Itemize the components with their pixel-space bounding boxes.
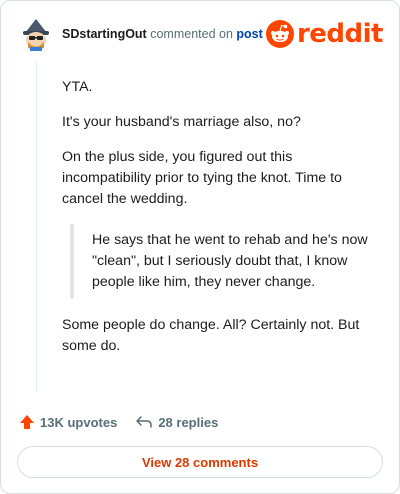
reddit-wordmark: reddit <box>296 19 384 49</box>
username-link[interactable]: SDstartingOut <box>62 27 147 41</box>
blockquote: He says that he went to rehab and he's n… <box>70 224 382 299</box>
upvote-count: 13K upvotes <box>40 414 118 430</box>
user-avatar[interactable] <box>19 17 53 51</box>
thread-line[interactable] <box>36 61 37 391</box>
comment-actions: 13K upvotes 28 replies <box>19 411 236 433</box>
commented-on-text: commented on <box>150 27 233 41</box>
comment-paragraph: On the plus side, you figured out this i… <box>62 149 342 207</box>
reply-arrow-icon <box>136 416 153 428</box>
post-link[interactable]: post <box>236 27 262 41</box>
comment-paragraph: It's your husband's marriage also, no? <box>62 114 301 130</box>
replies-button[interactable]: 28 replies <box>135 415 218 430</box>
comment-paragraph: Some people do change. All? Certainly no… <box>62 317 360 354</box>
byline: SDstartingOut commented on post <box>62 27 263 41</box>
upvote-arrow-icon <box>20 415 34 429</box>
quote-text: He says that he went to rehab and he's n… <box>92 232 368 290</box>
comment-paragraph: YTA. <box>62 79 93 95</box>
comment-header: SDstartingOut commented on post reddit <box>19 15 384 55</box>
reply-count: 28 replies <box>158 414 219 430</box>
reddit-logo[interactable]: reddit <box>265 19 384 49</box>
comment-body: YTA. It's your husband's marriage also, … <box>62 77 382 371</box>
view-comments-button[interactable]: View 28 comments <box>17 446 383 478</box>
comment-card: SDstartingOut commented on post reddit Y… <box>0 0 400 494</box>
reddit-snoo-icon <box>265 20 294 48</box>
upvote-button[interactable]: 13K upvotes <box>19 414 117 430</box>
